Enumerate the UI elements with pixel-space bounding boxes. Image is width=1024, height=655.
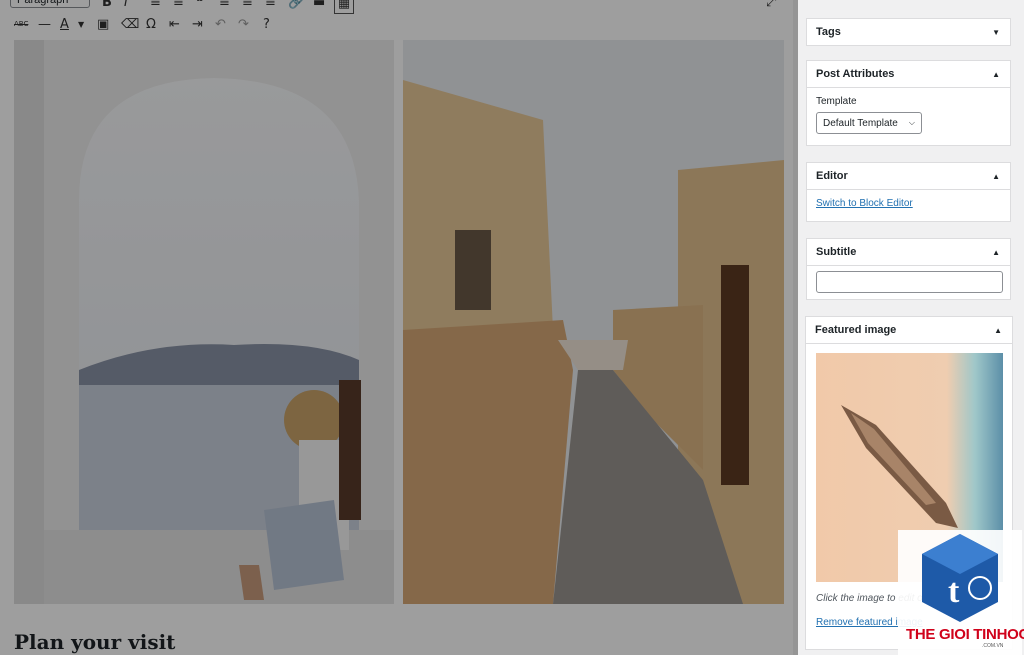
strikethrough-icon[interactable]: ABC [14, 14, 28, 34]
toolbar-toggle-icon[interactable]: ▦ [334, 0, 354, 14]
content-heading[interactable]: Plan your visit [14, 630, 175, 654]
clear-formatting-icon[interactable]: ⌫ [121, 14, 139, 34]
bullet-list-icon[interactable]: ≡ [150, 0, 161, 12]
content-images [14, 40, 784, 604]
fullscreen-icon[interactable]: ⤢ [766, 0, 776, 12]
subtitle-panel: Subtitle ▲ [806, 238, 1011, 300]
template-label: Template [816, 96, 857, 107]
chevron-down-icon[interactable]: ▼ [992, 28, 1000, 37]
template-value: Default Template [823, 117, 898, 129]
watermark-brand: THE GIOI TINHOC [906, 626, 1024, 643]
chevron-up-icon[interactable]: ▲ [992, 70, 1000, 79]
featured-image-title: Featured image [815, 324, 897, 336]
subtitle-title: Subtitle [816, 246, 857, 258]
tags-panel[interactable]: Tags ▼ [806, 18, 1011, 46]
bold-icon[interactable]: B [102, 0, 112, 12]
align-center-icon[interactable]: ≡ [242, 0, 253, 12]
format-select[interactable]: Paragraph [10, 0, 90, 8]
read-more-icon[interactable]: ▬ [313, 0, 325, 12]
subtitle-input[interactable] [816, 271, 1003, 293]
align-right-icon[interactable]: ≡ [265, 0, 276, 12]
blockquote-icon[interactable]: ❝ [196, 0, 203, 12]
template-select[interactable]: Default Template ⌵ [816, 112, 922, 134]
paste-as-text-icon[interactable]: ▣ [97, 14, 109, 34]
link-icon[interactable]: 🔗 [288, 0, 304, 12]
watermark-logo: t THE GIOI TINHOC .COM.VN [898, 530, 1024, 655]
cube-logo-icon: t [922, 534, 998, 622]
text-color-icon[interactable]: A [60, 14, 69, 34]
post-attributes-panel: Post Attributes ▲ Template Default Templ… [806, 60, 1011, 146]
horizontal-line-icon[interactable]: — [38, 14, 51, 34]
editor-panel-title: Editor [816, 170, 848, 182]
undo-icon[interactable]: ↶ [215, 14, 226, 34]
indent-icon[interactable]: ⇥ [192, 14, 203, 34]
align-left-icon[interactable]: ≡ [219, 0, 230, 12]
chevron-up-icon[interactable]: ▲ [992, 172, 1000, 181]
outdent-icon[interactable]: ⇤ [169, 14, 180, 34]
post-attributes-title: Post Attributes [816, 68, 895, 80]
chevron-down-icon: ⌵ [908, 118, 915, 127]
santorini-arch-photo[interactable] [14, 40, 394, 604]
switch-to-block-editor-link[interactable]: Switch to Block Editor [816, 198, 913, 209]
italic-icon[interactable]: I [124, 0, 128, 12]
help-icon[interactable]: ? [263, 14, 270, 34]
editor-panel: Editor ▲ Switch to Block Editor [806, 162, 1011, 222]
redo-icon[interactable]: ↷ [238, 14, 249, 34]
watermark-domain: .COM.VN [982, 643, 1004, 649]
chevron-up-icon[interactable]: ▲ [992, 248, 1000, 257]
svg-text:t: t [948, 573, 960, 610]
numbered-list-icon[interactable]: ≡ [173, 0, 184, 12]
editor-area: Paragraph B I ≡ ≡ ❝ ≡ ≡ ≡ 🔗 ▬ ▦ ⤢ ABC — … [0, 0, 793, 655]
special-character-icon[interactable]: Ω [146, 14, 156, 34]
tags-title: Tags [816, 26, 841, 38]
chevron-down-icon[interactable]: ▼ [78, 14, 84, 34]
chevron-up-icon[interactable]: ▲ [994, 326, 1002, 335]
santorini-alley-photo[interactable] [403, 40, 784, 604]
